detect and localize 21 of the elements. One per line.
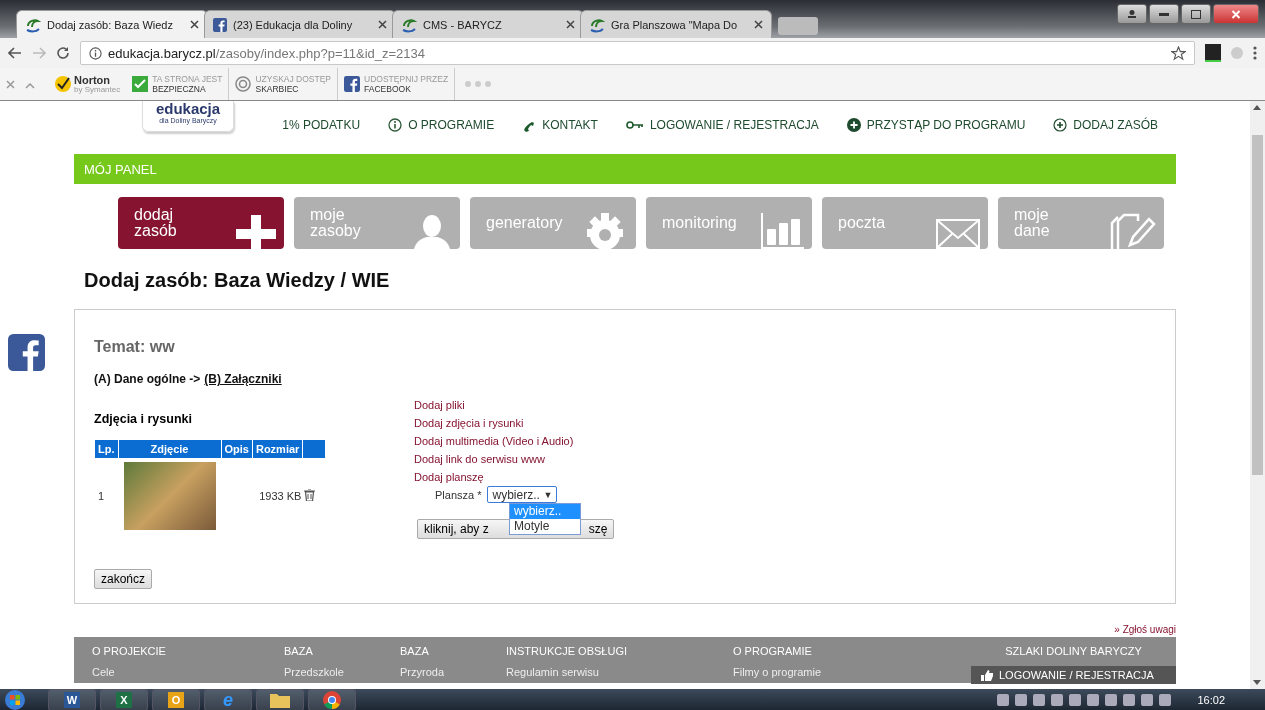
- column-header: Rozmiar: [252, 440, 303, 458]
- footer-heading: SZLAKI DOLINY BARYCZY: [1005, 644, 1142, 657]
- page-heading: Dodaj zasób: Baza Wiedzy / WIE: [84, 269, 391, 293]
- section-title: Zdjęcia i rysunki: [94, 412, 193, 426]
- table-cell-text: 1933 KB: [258, 489, 303, 504]
- footer-heading: INSTRUKCJE OBSŁUGI: [506, 645, 629, 657]
- topic-title: Temat: ww: [94, 338, 176, 356]
- clock: 16:02: [1197, 694, 1225, 706]
- footer-heading: BAZA: [400, 645, 430, 657]
- norton-subtitle: by Symantec: [74, 85, 121, 94]
- footer-heading: O PROJEKCIE: [92, 645, 167, 657]
- panel-title-bar: MÓJ PANEL: [74, 154, 1176, 184]
- column-header: Lp.: [95, 440, 118, 458]
- table-cell-text: 1: [97, 489, 106, 504]
- column-header: Zdjęcie: [118, 440, 221, 458]
- step-label: (A) Dane ogólne ->: [94, 372, 201, 386]
- column-header: Opis: [221, 440, 252, 458]
- field-label: Plansza *: [435, 488, 482, 501]
- norton-logo: Norton: [74, 74, 112, 86]
- footer-heading: BAZA: [284, 645, 314, 657]
- footer-heading: O PROGRAMIE: [733, 645, 813, 657]
